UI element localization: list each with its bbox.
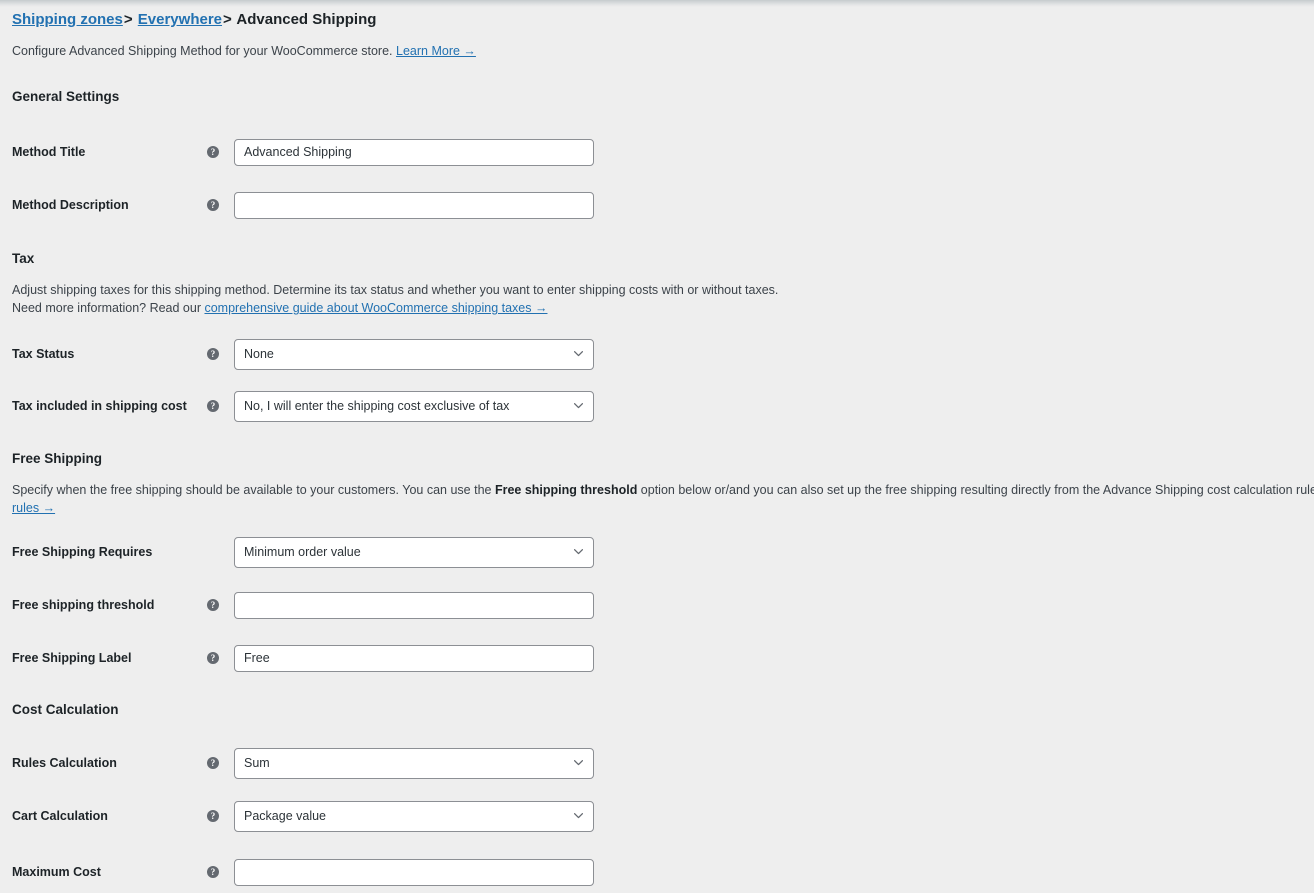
label-tax-included-in-shipping-cost: Tax included in shipping cost <box>12 399 187 413</box>
input-method-description[interactable] <box>234 191 594 219</box>
select-wrap-tax-status: None <box>234 338 594 370</box>
breadcrumb-separator-1: > <box>123 11 133 28</box>
label-free-shipping-label: Free Shipping Label <box>12 651 132 665</box>
input-free-shipping-threshold[interactable] <box>234 591 594 619</box>
question-mark-icon[interactable]: ? <box>207 400 219 412</box>
select-wrap-rules-calculation: Sum <box>234 747 594 779</box>
label-cart-calculation: Cart Calculation <box>12 809 108 823</box>
label-tax-status: Tax Status <box>12 347 75 361</box>
breadcrumb-link-everywhere[interactable]: Everywhere <box>138 11 222 28</box>
page-intro-text: Configure Advanced Shipping Method for y… <box>12 43 1314 60</box>
free-shipping-desc-part-1: Specify when the free shipping should be… <box>12 483 495 497</box>
field-row-tax-status: Tax Status ? None <box>12 338 1314 370</box>
free-shipping-rules-link[interactable]: rules → <box>12 501 55 515</box>
field-row-free-shipping-label: Free Shipping Label ? <box>12 644 1314 672</box>
breadcrumb: Shipping zones> Everywhere> Advanced Shi… <box>12 10 1314 30</box>
help-slot-maximum-cost: ? <box>207 866 234 878</box>
section-title-cost-calculation: Cost Calculation <box>12 702 119 717</box>
free-shipping-description: Specify when the free shipping should be… <box>12 481 1314 499</box>
help-slot-method-title: ? <box>207 146 234 158</box>
label-free-shipping-threshold: Free shipping threshold <box>12 598 155 612</box>
section-title-tax: Tax <box>12 251 35 266</box>
tax-description-line-2: Need more information? Read our comprehe… <box>12 299 1314 317</box>
field-row-tax-included: Tax included in shipping cost ? No, I wi… <box>12 390 1314 422</box>
field-row-cart-calculation: Cart Calculation ? Package value <box>12 800 1314 832</box>
advanced-shipping-settings-page: Shipping zones> Everywhere> Advanced Shi… <box>0 0 1314 886</box>
question-mark-icon[interactable]: ? <box>207 810 219 822</box>
question-mark-icon[interactable]: ? <box>207 599 219 611</box>
select-free-shipping-requires[interactable]: Minimum order value <box>234 536 594 568</box>
free-shipping-description-wrap: rules → <box>12 499 1314 517</box>
learn-more-link[interactable]: Learn More → <box>396 44 476 58</box>
breadcrumb-link-shipping-zones[interactable]: Shipping zones <box>12 11 123 28</box>
label-maximum-cost: Maximum Cost <box>12 865 101 879</box>
free-shipping-desc-part-2: option below or/and you can also set up … <box>637 483 1314 497</box>
select-tax-status[interactable]: None <box>234 338 594 370</box>
question-mark-icon[interactable]: ? <box>207 652 219 664</box>
question-mark-icon[interactable]: ? <box>207 348 219 360</box>
input-free-shipping-label[interactable] <box>234 644 594 672</box>
question-mark-icon[interactable]: ? <box>207 866 219 878</box>
label-free-shipping-requires: Free Shipping Requires <box>12 545 153 559</box>
label-method-description: Method Description <box>12 198 129 212</box>
help-slot-tax-included: ? <box>207 400 234 412</box>
breadcrumb-separator-2: > <box>223 11 232 28</box>
field-row-maximum-cost: Maximum Cost ? <box>12 858 1314 886</box>
breadcrumb-current-page: Advanced Shipping <box>236 11 377 28</box>
help-slot-rules-calculation: ? <box>207 757 234 769</box>
woocommerce-shipping-taxes-guide-link[interactable]: comprehensive guide about WooCommerce sh… <box>204 301 547 315</box>
select-wrap-tax-included: No, I will enter the shipping cost exclu… <box>234 390 594 422</box>
help-slot-free-shipping-threshold: ? <box>207 599 234 611</box>
field-row-free-shipping-threshold: Free shipping threshold ? <box>12 591 1314 619</box>
help-slot-tax-status: ? <box>207 348 234 360</box>
question-mark-icon[interactable]: ? <box>207 199 219 211</box>
field-row-rules-calculation: Rules Calculation ? Sum <box>12 747 1314 779</box>
field-row-method-title: Method Title ? <box>12 138 1314 166</box>
question-mark-icon[interactable]: ? <box>207 757 219 769</box>
label-method-title: Method Title <box>12 145 86 159</box>
section-title-free-shipping: Free Shipping <box>12 451 103 466</box>
select-wrap-cart-calculation: Package value <box>234 800 594 832</box>
select-tax-included-in-shipping-cost[interactable]: No, I will enter the shipping cost exclu… <box>234 390 594 422</box>
input-method-title[interactable] <box>234 138 594 166</box>
select-rules-calculation[interactable]: Sum <box>234 747 594 779</box>
field-row-free-shipping-requires: Free Shipping Requires Minimum order val… <box>12 536 1314 568</box>
help-slot-free-shipping-label: ? <box>207 652 234 664</box>
select-wrap-free-shipping-requires: Minimum order value <box>234 536 594 568</box>
free-shipping-desc-bold: Free shipping threshold <box>494 483 638 497</box>
help-slot-cart-calculation: ? <box>207 810 234 822</box>
tax-description-line-1: Adjust shipping taxes for this shipping … <box>12 283 779 297</box>
input-maximum-cost[interactable] <box>234 858 594 886</box>
tax-description-prefix: Need more information? Read our <box>12 301 205 315</box>
label-rules-calculation: Rules Calculation <box>12 756 117 770</box>
intro-description: Configure Advanced Shipping Method for y… <box>12 44 393 58</box>
question-mark-icon[interactable]: ? <box>207 146 219 158</box>
select-cart-calculation[interactable]: Package value <box>234 800 594 832</box>
help-slot-method-description: ? <box>207 199 234 211</box>
field-row-method-description: Method Description ? <box>12 191 1314 219</box>
section-title-general-settings: General Settings <box>12 89 120 104</box>
